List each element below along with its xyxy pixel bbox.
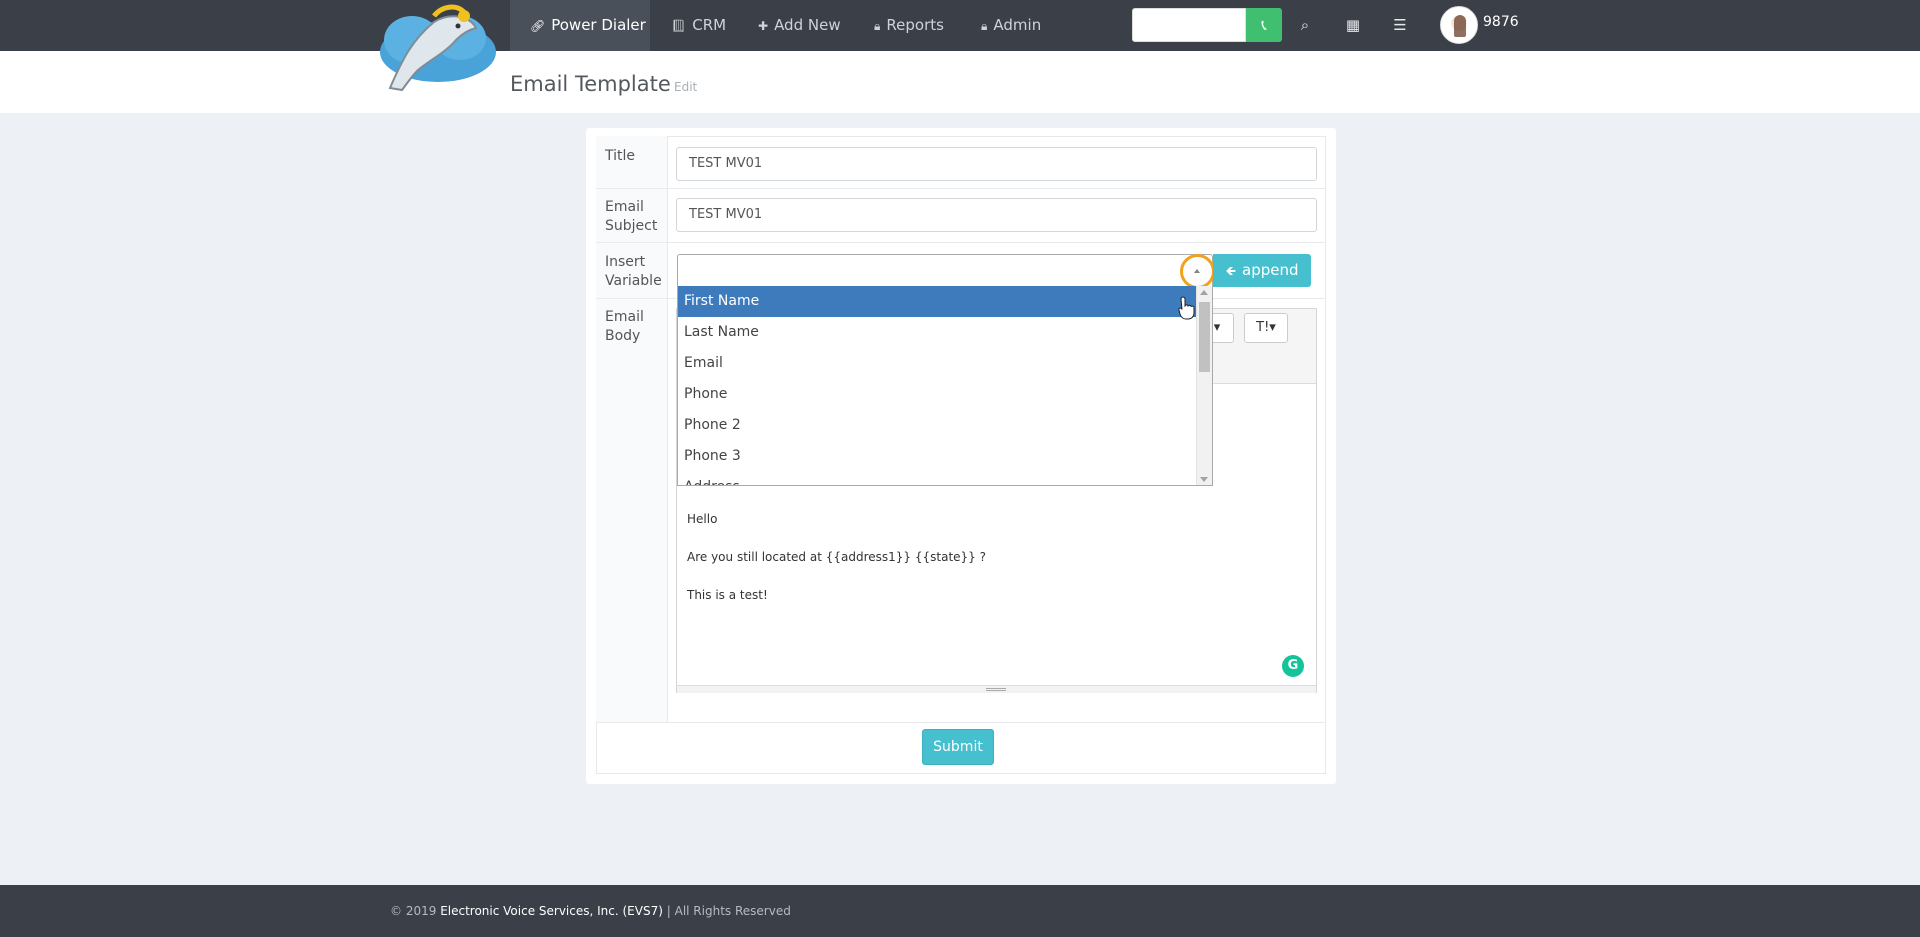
variable-label-line1: Insert xyxy=(605,254,646,270)
calendar-button[interactable]: ▦ xyxy=(1338,0,1368,51)
insert-variable-select[interactable] xyxy=(677,254,1213,287)
dropdown-option[interactable]: Phone 3 xyxy=(678,441,1198,472)
hand-pointer-icon xyxy=(1178,296,1195,320)
scroll-down-icon xyxy=(1200,477,1208,482)
footer-copyright: © 2019 Electronic Voice Services, Inc. (… xyxy=(390,904,791,918)
row-divider xyxy=(596,242,1326,243)
search-icon: ⌕ xyxy=(1300,16,1310,34)
dolphin-logo[interactable] xyxy=(372,0,498,92)
row-divider xyxy=(596,722,1326,723)
chevron-down-icon: ▾ xyxy=(1213,320,1221,335)
nav-crm[interactable]: 📕︎ CRM xyxy=(671,0,726,51)
footer-company-link[interactable]: Electronic Voice Services, Inc. (EVS7) xyxy=(440,904,663,918)
subject-input[interactable]: TEST MV01 xyxy=(676,198,1317,232)
nav-power-dialer-label: Power Dialer xyxy=(551,16,646,34)
nav-reports[interactable]: 🔒︎ Reports xyxy=(874,0,944,51)
nav-reports-label: Reports xyxy=(886,16,944,34)
link-icon: 🔗︎ xyxy=(530,19,546,33)
lock-icon: 🔒︎ xyxy=(874,19,881,33)
row-divider xyxy=(596,188,1326,189)
nav-add-new[interactable]: ✚ Add New xyxy=(758,0,841,51)
resize-grip-icon xyxy=(986,688,1006,691)
dropdown-scrollbar[interactable] xyxy=(1196,286,1212,485)
body-label-line2: Body xyxy=(605,328,641,344)
list-icon: ☰ xyxy=(1393,16,1407,34)
variable-dropdown-list: First Name Last Name Email Phone Phone 2… xyxy=(677,286,1213,486)
dropdown-option[interactable]: Email xyxy=(678,348,1198,379)
click-indicator xyxy=(1180,254,1215,289)
page-subtitle: Edit xyxy=(674,80,698,94)
book-icon: 📕︎ xyxy=(671,19,687,33)
call-button[interactable]: 📞︎ xyxy=(1246,8,1282,42)
dial-number-input[interactable] xyxy=(1132,8,1246,42)
append-button[interactable]: 🡸 append xyxy=(1213,254,1311,287)
calendar-icon: ▦ xyxy=(1345,16,1361,34)
nav-admin[interactable]: 🔒︎ Admin xyxy=(981,0,1041,51)
footer xyxy=(0,885,1920,937)
plus-icon: ✚ xyxy=(758,19,769,33)
list-button[interactable]: ☰ xyxy=(1385,0,1415,51)
lock-icon: 🔒︎ xyxy=(981,19,988,33)
phone-icon: 📞︎ xyxy=(1261,16,1267,34)
search-button[interactable]: ⌕ xyxy=(1290,0,1320,51)
arrow-left-icon: 🡸 xyxy=(1225,264,1237,279)
title-input[interactable]: TEST MV01 xyxy=(676,147,1317,181)
title-label: Title xyxy=(605,148,636,164)
variable-label-line2: Variable xyxy=(605,273,662,289)
nav-admin-label: Admin xyxy=(993,16,1042,34)
nav-power-dialer[interactable]: 🔗︎ Power Dialer xyxy=(510,0,650,51)
subject-label-line1: Email xyxy=(605,199,644,215)
top-navbar xyxy=(0,0,1920,51)
dropdown-option[interactable]: Phone xyxy=(678,379,1198,410)
dropdown-option[interactable]: First Name xyxy=(678,286,1198,317)
nav-add-new-label: Add New xyxy=(774,16,841,34)
dropdown-option[interactable]: Phone 2 xyxy=(678,410,1198,441)
editor-line: Hello xyxy=(687,512,718,526)
footer-prefix: © 2019 xyxy=(390,904,437,918)
user-avatar[interactable] xyxy=(1440,6,1478,44)
page-title: Email Template xyxy=(510,72,671,96)
page-header xyxy=(0,51,1920,113)
nav-crm-label: CRM xyxy=(692,16,727,34)
dropdown-option[interactable]: Last Name xyxy=(678,317,1198,348)
grammarly-icon[interactable]: G xyxy=(1282,655,1304,677)
scrollbar-thumb[interactable] xyxy=(1199,302,1210,372)
append-label: append xyxy=(1242,261,1299,279)
user-id[interactable]: 9876 xyxy=(1483,14,1519,30)
editor-line: Are you still located at {{address1}} {{… xyxy=(687,550,986,564)
font-size-button[interactable]: T!▾ xyxy=(1244,313,1288,343)
footer-suffix: | All Rights Reserved xyxy=(666,904,791,918)
subject-label-line2: Subject xyxy=(605,218,658,234)
dropdown-option[interactable]: Address xyxy=(678,472,1198,485)
submit-button[interactable]: Submit xyxy=(922,729,994,765)
editor-line: This is a test! xyxy=(687,588,768,602)
scroll-up-icon xyxy=(1200,290,1208,295)
body-label-line1: Email xyxy=(605,309,644,325)
